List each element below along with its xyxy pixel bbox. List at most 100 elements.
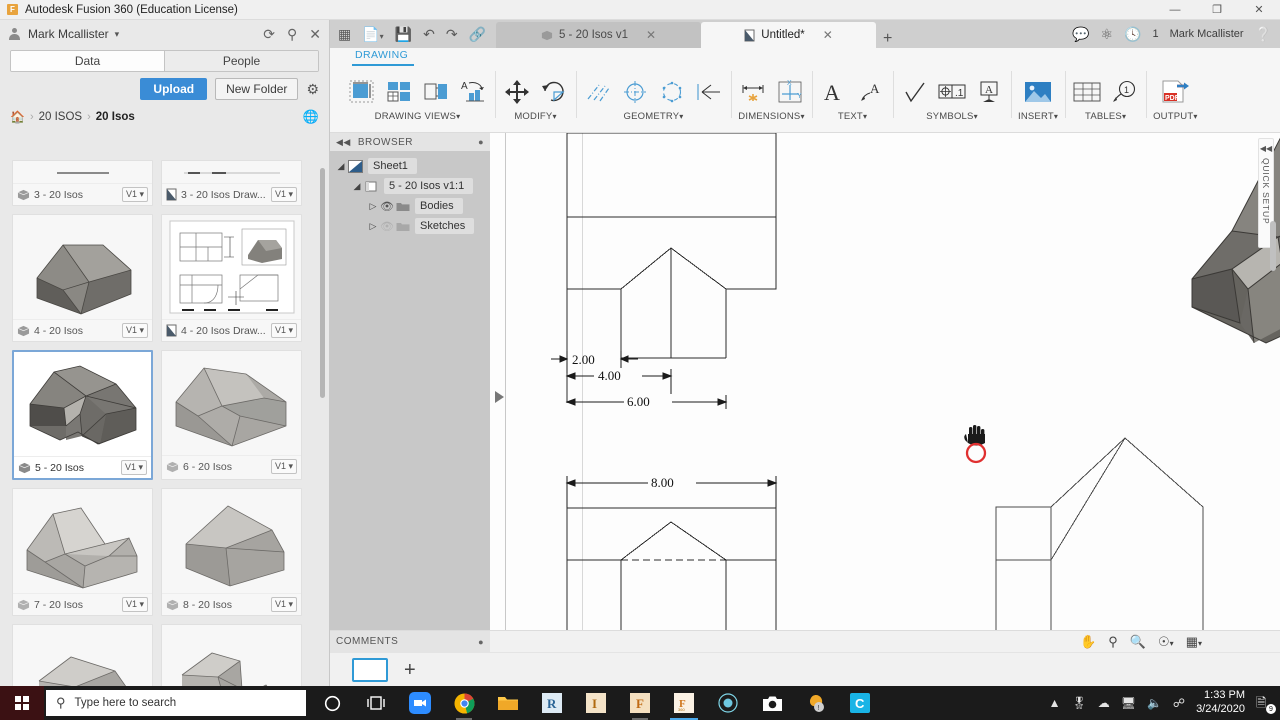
tree-node-sheet1[interactable]: ◢ Sheet1: [330, 156, 490, 176]
grid-snap-icon[interactable]: ▦▾: [1186, 634, 1202, 650]
ribbon-group-label[interactable]: GEOMETRY▾: [623, 111, 683, 122]
ordinate-dimension-icon[interactable]: X Y: [775, 76, 805, 108]
new-tab-button[interactable]: +: [876, 30, 899, 48]
expand-arrow-icon[interactable]: ◢: [350, 181, 364, 192]
comments-options-icon[interactable]: ●: [478, 637, 484, 647]
leader-text-icon[interactable]: A: [856, 76, 886, 108]
base-view-icon[interactable]: [347, 76, 377, 108]
windows-start-icon[interactable]: [0, 686, 44, 720]
onedrive-icon[interactable]: ☁: [1098, 696, 1110, 710]
collapse-icon[interactable]: ◀◀: [336, 137, 351, 148]
revit-icon[interactable]: R: [532, 686, 572, 720]
search-icon[interactable]: ⚲: [287, 27, 297, 41]
help-job-icon[interactable]: ⚛: [1100, 26, 1113, 43]
version-dropdown[interactable]: V1 ▾: [270, 597, 297, 612]
inventor-icon[interactable]: I: [576, 686, 616, 720]
ribbon-group-label[interactable]: DRAWING VIEWS▾: [375, 111, 461, 122]
document-tab-model[interactable]: 5 - 20 Isos v1 ✕: [496, 22, 702, 48]
data-panel-scrollbar[interactable]: [320, 168, 325, 398]
tab-data[interactable]: Data: [11, 51, 164, 71]
expand-arrow-icon[interactable]: ◢: [334, 161, 348, 172]
collapse-icon[interactable]: ◀◀: [1260, 144, 1272, 153]
datum-icon[interactable]: A: [974, 76, 1004, 108]
grid-icon[interactable]: ▦: [338, 27, 351, 41]
fusion-taskbar-icon[interactable]: F: [620, 686, 660, 720]
display-icon[interactable]: 🖥: [1121, 696, 1136, 710]
version-dropdown[interactable]: V1 ▾: [270, 187, 297, 202]
add-sheet-button[interactable]: +: [404, 660, 416, 680]
new-document-icon[interactable]: 📄▾: [362, 27, 383, 41]
chrome-icon[interactable]: [444, 686, 484, 720]
search-input[interactable]: ⚲ Type here to search: [46, 690, 306, 716]
list-item[interactable]: [161, 624, 302, 686]
redo-icon[interactable]: ↷: [446, 27, 458, 41]
zoom-window-icon[interactable]: ⚲: [1108, 634, 1118, 650]
list-item[interactable]: 4 - 20 Isos Draw... V1 ▾: [161, 214, 302, 342]
tree-node-bodies[interactable]: ▷ 👁 Bodies: [330, 196, 490, 216]
list-item[interactable]: [12, 624, 153, 686]
bolt-circle-icon[interactable]: [657, 76, 687, 108]
version-dropdown[interactable]: V1 ▾: [120, 460, 147, 475]
ribbon-group-label[interactable]: SYMBOLS▾: [926, 111, 978, 122]
ribbon-group-label[interactable]: TEXT▾: [838, 111, 867, 122]
globe-icon[interactable]: 🌐: [303, 109, 319, 125]
breadcrumb-item-root[interactable]: 20 ISOS: [39, 111, 82, 123]
gear-icon[interactable]: ⚙: [306, 81, 319, 98]
bluetooth-icon[interactable]: ☍: [1173, 696, 1185, 710]
expand-arrow-icon[interactable]: ▷: [366, 221, 380, 232]
installer-icon[interactable]: !: [796, 686, 836, 720]
rotate-icon[interactable]: [539, 76, 569, 108]
record-icon[interactable]: [708, 686, 748, 720]
save-icon[interactable]: 💾: [395, 27, 412, 41]
ribbon-group-label[interactable]: TABLES▾: [1085, 111, 1126, 122]
close-button[interactable]: ✕: [1238, 0, 1280, 20]
refresh-icon[interactable]: ⟳: [263, 27, 275, 41]
edge-extension-icon[interactable]: [694, 76, 724, 108]
auxiliary-view-icon[interactable]: A: [458, 76, 488, 108]
help-icon[interactable]: ❔: [1255, 26, 1272, 43]
zoom-icon[interactable]: 🔍: [1130, 634, 1146, 650]
close-icon[interactable]: ✕: [646, 28, 656, 42]
ribbon-group-label[interactable]: OUTPUT▾: [1153, 111, 1197, 122]
version-dropdown[interactable]: V1 ▾: [121, 187, 148, 202]
zoom-app-icon[interactable]: [400, 686, 440, 720]
pan-icon[interactable]: ✋: [1080, 634, 1096, 650]
c-app-icon[interactable]: C: [840, 686, 880, 720]
projected-view-icon[interactable]: [384, 76, 414, 108]
surface-finish-icon[interactable]: [900, 76, 930, 108]
balloon-icon[interactable]: 1: [1109, 76, 1139, 108]
ribbon-group-label[interactable]: DIMENSIONS▾: [738, 111, 804, 122]
center-mark-icon[interactable]: [620, 76, 650, 108]
camera-icon[interactable]: [752, 686, 792, 720]
notification-center-icon[interactable]: 🗎 9: [1256, 694, 1276, 714]
list-item[interactable]: 4 - 20 Isos V1 ▾: [12, 214, 153, 342]
comment-icon[interactable]: 💬: [1072, 26, 1089, 43]
ribbon-group-label[interactable]: MODIFY▾: [514, 111, 556, 122]
minimize-button[interactable]: —: [1154, 0, 1196, 20]
list-item[interactable]: 7 - 20 Isos V1 ▾: [12, 488, 153, 616]
account-name[interactable]: Mark Mcallister: [1170, 28, 1244, 40]
version-dropdown[interactable]: V1 ▾: [121, 597, 148, 612]
cortana-icon[interactable]: [312, 686, 352, 720]
dimension-icon[interactable]: [738, 76, 768, 108]
browser-options-icon[interactable]: ●: [478, 137, 484, 147]
tab-people[interactable]: People: [164, 51, 318, 71]
tree-node-component[interactable]: ◢ 5 - 20 Isos v1:1: [330, 176, 490, 196]
undo-icon[interactable]: ↶: [423, 27, 435, 41]
task-view-icon[interactable]: [356, 686, 396, 720]
export-pdf-icon[interactable]: PDF: [1160, 76, 1190, 108]
list-item-selected[interactable]: 5 - 20 Isos V1 ▾: [12, 350, 153, 480]
detail-view-icon[interactable]: [421, 76, 451, 108]
file-explorer-icon[interactable]: [488, 686, 528, 720]
tree-node-sketches[interactable]: ▷ 👁 Sketches: [330, 216, 490, 236]
ribbon-group-label[interactable]: INSERT▾: [1018, 111, 1058, 122]
sheet-tab-thumbnail[interactable]: [352, 657, 388, 682]
home-icon[interactable]: 🏠: [10, 110, 25, 124]
version-dropdown[interactable]: V1 ▾: [270, 459, 297, 474]
upload-button[interactable]: Upload: [140, 78, 208, 100]
link-icon[interactable]: 🔗: [469, 27, 486, 41]
insert-image-icon[interactable]: [1023, 76, 1053, 108]
document-tab-drawing[interactable]: Untitled* ✕: [701, 22, 877, 48]
text-icon[interactable]: A: [819, 76, 849, 108]
list-item[interactable]: 8 - 20 Isos V1 ▾: [161, 488, 302, 616]
